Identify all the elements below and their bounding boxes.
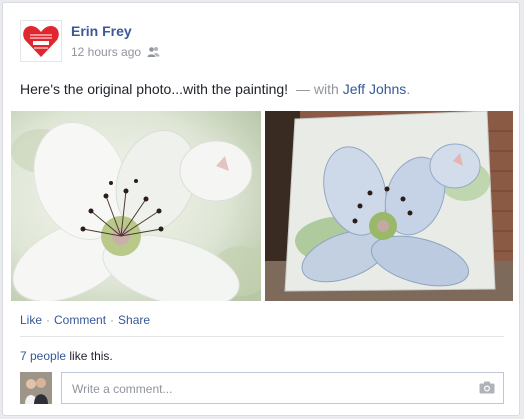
author-name[interactable]: Erin Frey [71, 23, 132, 39]
action-separator: · [46, 313, 51, 327]
share-button[interactable]: Share [118, 313, 150, 327]
author-avatar[interactable] [20, 20, 62, 62]
likes-summary: 7 people like this. [20, 349, 113, 363]
comment-input-box[interactable] [61, 372, 504, 404]
post-timestamp[interactable]: 12 hours ago [71, 45, 141, 59]
tagged-person-link[interactable]: Jeff Johns [343, 81, 407, 97]
photo-original[interactable] [11, 111, 261, 301]
flower-painting-icon [265, 111, 513, 301]
divider [20, 336, 504, 337]
flower-photo-icon [11, 111, 261, 301]
commenter-avatar[interactable] [20, 372, 52, 404]
friends-icon[interactable] [147, 46, 160, 58]
user-photo-icon [20, 372, 52, 404]
post-actions: Like · Comment · Share [20, 313, 150, 327]
comment-button[interactable]: Comment [54, 313, 106, 327]
post-meta: 12 hours ago [71, 45, 160, 59]
action-separator: · [110, 313, 115, 327]
with-separator: — with [295, 81, 339, 97]
comment-input[interactable] [70, 374, 474, 404]
post-card: Erin Frey 12 hours ago Here's the origin… [2, 2, 520, 416]
likes-suffix: like this. [69, 349, 113, 363]
like-button[interactable]: Like [20, 313, 42, 327]
likes-count-link[interactable]: 7 people [20, 349, 66, 363]
photo-painting[interactable] [265, 111, 513, 301]
post-text: Here's the original photo...with the pai… [20, 80, 510, 98]
tagged-suffix: . [406, 81, 411, 97]
camera-icon[interactable] [479, 381, 495, 394]
heart-logo-icon [23, 26, 59, 57]
post-message: Here's the original photo...with the pai… [20, 81, 289, 97]
